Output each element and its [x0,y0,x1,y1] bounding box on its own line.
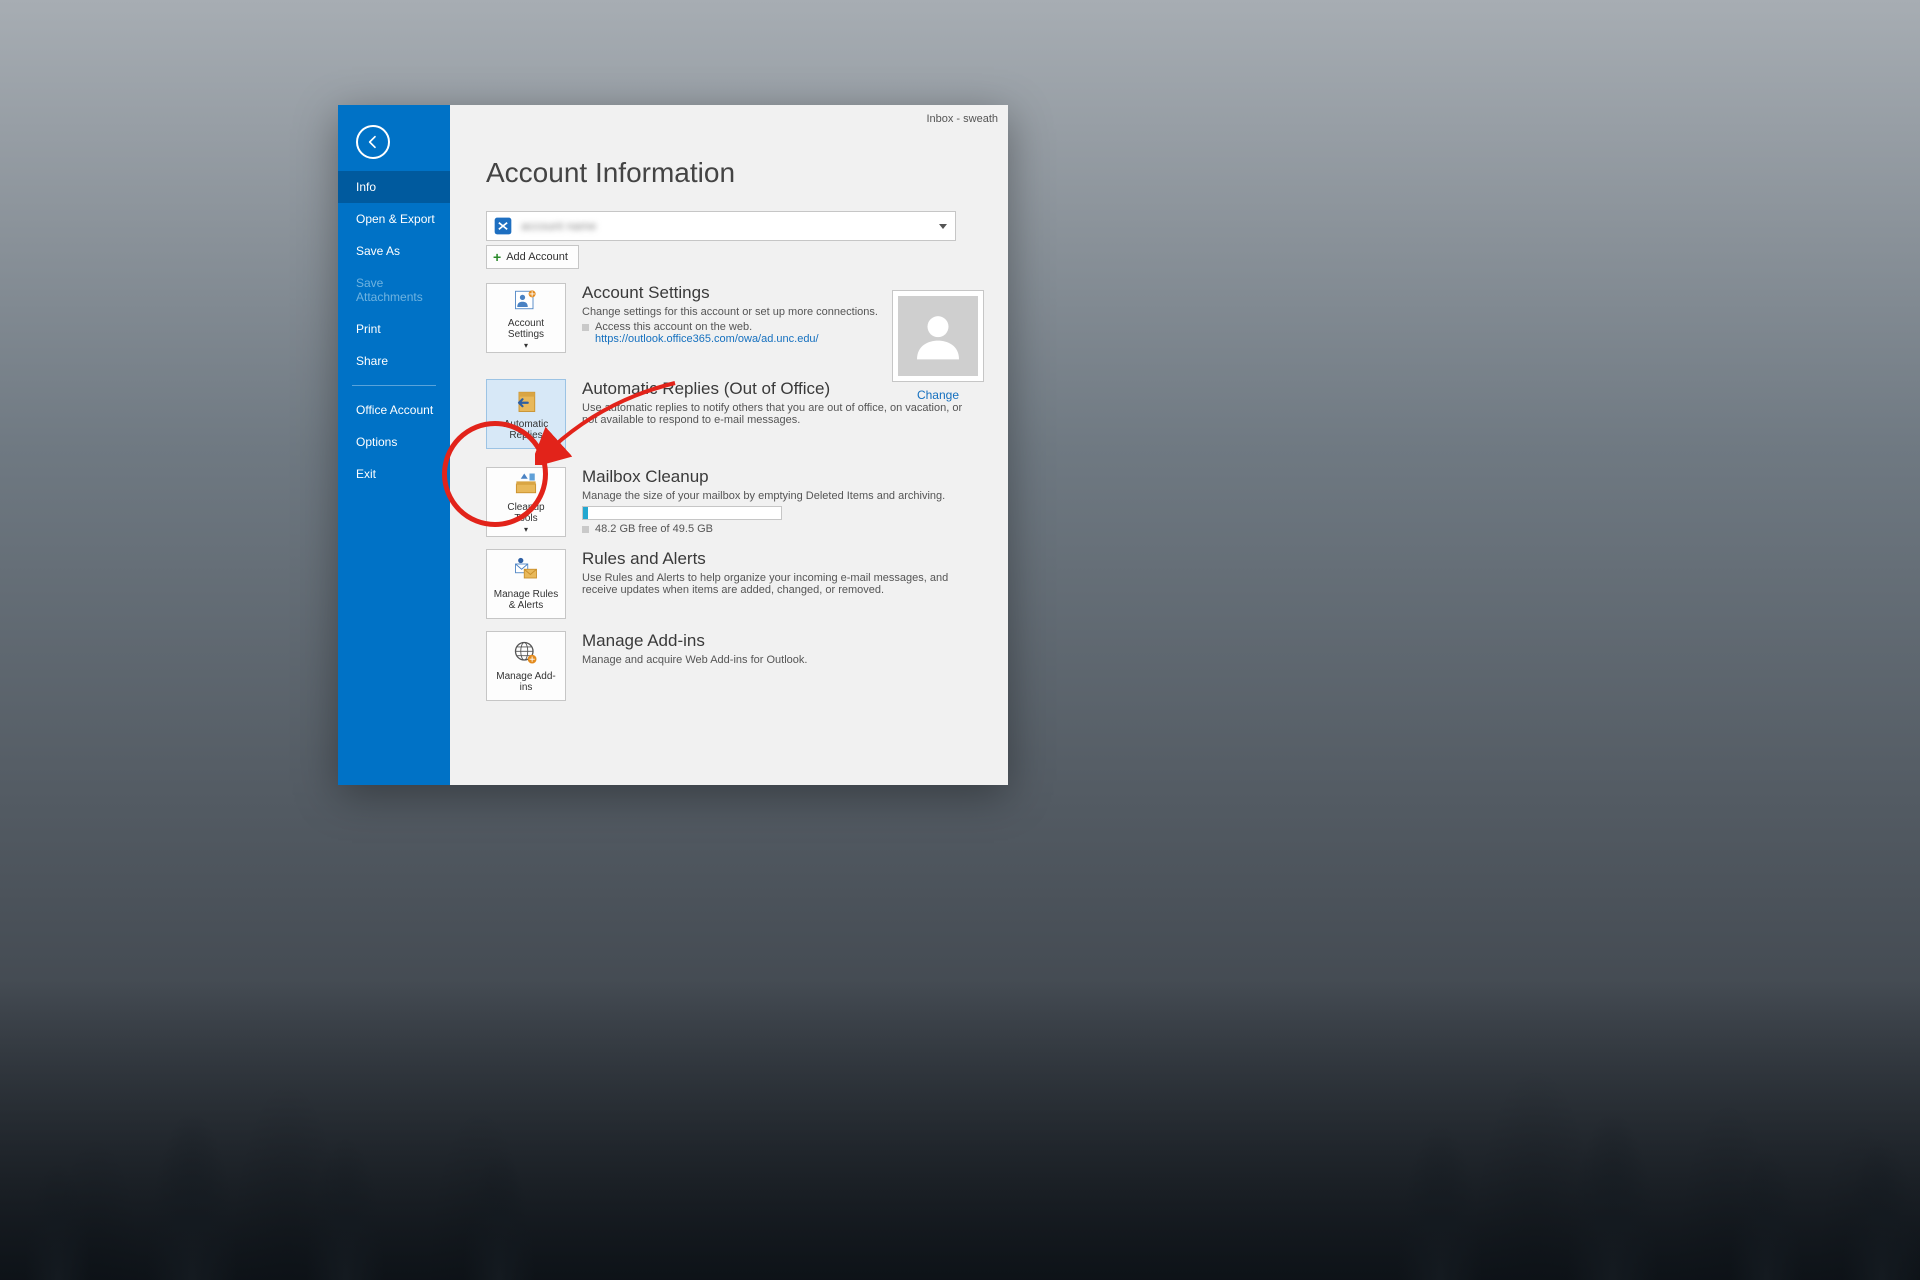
owa-link[interactable]: https://outlook.office365.com/owa/ad.unc… [595,333,819,345]
sidebar-item-open-export[interactable]: Open & Export [338,203,450,235]
cleanup-tools-button[interactable]: Cleanup Tools ▾ [486,467,566,537]
add-account-button[interactable]: + Add Account [486,245,579,269]
sidebar-item-save-as[interactable]: Save As [338,235,450,267]
manage-addins-button[interactable]: Manage Add- ins [486,631,566,701]
automatic-replies-desc: Use automatic replies to notify others t… [582,402,976,426]
manage-addins-button-label: Manage Add- ins [496,671,556,694]
sidebar-item-share[interactable]: Share [338,345,450,377]
chevron-down-icon: ▾ [524,525,528,534]
wallpaper-forest-front [0,780,1920,1280]
chevron-down-icon [939,224,947,229]
add-account-label: Add Account [506,251,568,263]
bullet-icon [582,526,589,533]
mailbox-quota-text: 48.2 GB free of 49.5 GB [595,523,713,535]
sidebar-item-info[interactable]: Info [338,171,450,203]
cleanup-tools-button-label: Cleanup Tools [507,502,544,525]
back-button[interactable] [356,125,390,159]
sidebar-item-save-attachments: Save Attachments [338,267,450,313]
account-settings-button-label: Account Settings [508,318,544,341]
chevron-down-icon: ▾ [524,341,528,350]
bullet-icon [582,324,589,331]
exchange-icon [493,216,513,236]
manage-addins-title: Manage Add-ins [582,631,976,651]
rules-alerts-desc: Use Rules and Alerts to help organize yo… [582,572,976,596]
sidebar-item-exit[interactable]: Exit [338,458,450,490]
sidebar-separator [352,385,436,386]
sidebar-item-print[interactable]: Print [338,313,450,345]
rules-alerts-icon [512,557,540,585]
account-selector-dropdown[interactable]: account name [486,211,956,241]
automatic-replies-button-label: Automatic Replies [504,419,548,442]
page-title: Account Information [486,157,1008,189]
account-avatar-block: Change [892,290,984,402]
mailbox-cleanup-desc: Manage the size of your mailbox by empty… [582,490,976,502]
automatic-replies-button[interactable]: Automatic Replies [486,379,566,449]
avatar-placeholder-icon [898,296,978,376]
account-settings-bullet: Access this account on the web. [595,321,752,333]
automatic-replies-icon [512,387,540,415]
backstage-sidebar: Info Open & Export Save As Save Attachme… [338,105,450,785]
change-avatar-link[interactable]: Change [892,388,984,402]
account-settings-button[interactable]: Account Settings ▾ [486,283,566,353]
sidebar-item-options[interactable]: Options [338,426,450,458]
manage-rules-button[interactable]: Manage Rules & Alerts [486,549,566,619]
window-title: Inbox - sweath [926,113,998,125]
cleanup-tools-icon [512,470,540,498]
backstage-content: Inbox - sweath Account Information accou… [450,105,1008,785]
outlook-backstage-window: Info Open & Export Save As Save Attachme… [338,105,1008,785]
addins-icon [512,639,540,667]
mailbox-cleanup-title: Mailbox Cleanup [582,467,976,487]
mailbox-quota-bar [582,506,782,520]
manage-rules-button-label: Manage Rules & Alerts [494,589,558,612]
manage-addins-desc: Manage and acquire Web Add-ins for Outlo… [582,654,976,666]
account-settings-icon [512,286,540,314]
account-name-blurred: account name [521,219,949,233]
mailbox-quota-fill [583,507,588,519]
sidebar-item-office-account[interactable]: Office Account [338,394,450,426]
avatar-frame [892,290,984,382]
plus-icon: + [493,249,501,265]
rules-alerts-title: Rules and Alerts [582,549,976,569]
arrow-left-icon [365,134,381,150]
